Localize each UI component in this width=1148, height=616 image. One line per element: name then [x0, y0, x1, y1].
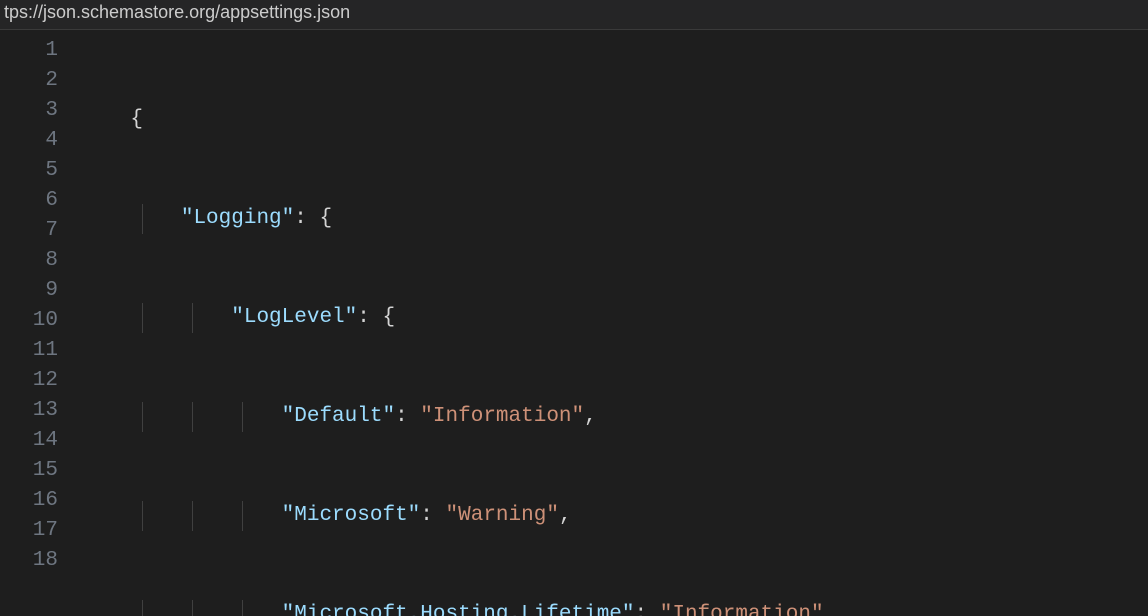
schema-bar[interactable]: tps://json.schemastore.org/appsettings.j… [0, 0, 1148, 30]
line-number: 8 [0, 246, 58, 276]
line-number-gutter: 1 2 3 4 5 6 7 8 9 10 11 12 13 14 15 16 1… [0, 30, 80, 616]
line-number: 1 [0, 36, 58, 66]
line-number: 14 [0, 426, 58, 456]
json-key: "LogLevel" [231, 306, 357, 329]
json-key: "Default" [282, 405, 395, 428]
schema-url: tps://json.schemastore.org/appsettings.j… [4, 2, 350, 22]
json-string: "Information" [660, 603, 824, 616]
line-number: 11 [0, 336, 58, 366]
code-area[interactable]: 1 2 3 4 5 6 7 8 9 10 11 12 13 14 15 16 1… [0, 30, 1148, 616]
line-number: 12 [0, 366, 58, 396]
line-number: 10 [0, 306, 58, 336]
code-content[interactable]: { "Logging": { "LogLevel": { "Default": … [80, 30, 1148, 616]
json-key: "Logging" [181, 207, 294, 230]
code-line[interactable]: "Default": "Information", [80, 402, 1148, 432]
code-line[interactable]: "Logging": { [80, 204, 1148, 234]
line-number: 4 [0, 126, 58, 156]
line-number: 17 [0, 516, 58, 546]
json-string: "Information" [420, 405, 584, 428]
code-line[interactable]: "LogLevel": { [80, 303, 1148, 333]
line-number: 16 [0, 486, 58, 516]
json-key: "Microsoft.Hosting.Lifetime" [282, 603, 635, 616]
code-line[interactable]: "Microsoft.Hosting.Lifetime": "Informati… [80, 600, 1148, 616]
line-number: 7 [0, 216, 58, 246]
code-editor: tps://json.schemastore.org/appsettings.j… [0, 0, 1148, 616]
json-key: "Microsoft" [282, 504, 421, 527]
code-line[interactable]: "Microsoft": "Warning", [80, 501, 1148, 531]
line-number: 9 [0, 276, 58, 306]
json-string: "Warning" [446, 504, 559, 527]
line-number: 13 [0, 396, 58, 426]
code-line[interactable]: { [80, 105, 1148, 135]
line-number: 3 [0, 96, 58, 126]
line-number: 18 [0, 546, 58, 576]
line-number: 2 [0, 66, 58, 96]
line-number: 15 [0, 456, 58, 486]
line-number: 6 [0, 186, 58, 216]
line-number: 5 [0, 156, 58, 186]
brace-open: { [130, 108, 143, 131]
